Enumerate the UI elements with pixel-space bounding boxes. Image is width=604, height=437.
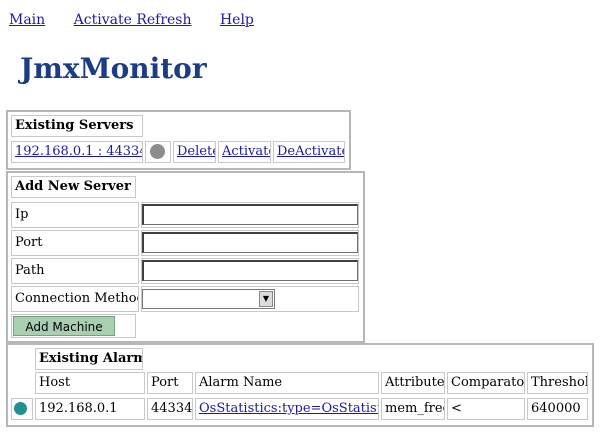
- nav-activate-refresh-link[interactable]: Activate Refresh: [74, 12, 192, 28]
- chevron-down-icon[interactable]: ▼: [259, 291, 273, 307]
- alarm-host: 192.168.0.1: [35, 398, 145, 420]
- server-link[interactable]: 192.168.0.1 : 44334: [15, 144, 142, 159]
- alarm-port: 44334: [147, 398, 193, 420]
- existing-alarms-header: Existing Alarms: [35, 348, 143, 370]
- alarm-status-icon: [14, 402, 27, 415]
- server-status-cell: [145, 141, 171, 163]
- add-server-header: Add New Server: [11, 176, 136, 198]
- col-header-host: Host: [35, 372, 145, 394]
- ip-label: Ip: [11, 202, 139, 228]
- connection-method-label: Connection Method: [11, 286, 139, 312]
- deactivate-link[interactable]: DeActivate: [277, 144, 344, 159]
- alarm-comparator: <: [447, 398, 525, 420]
- add-machine-button[interactable]: Add Machine: [13, 316, 115, 336]
- alarm-name-cell: OsStatistics:type=OsStatistics: [195, 398, 379, 420]
- col-header-port: Port: [147, 372, 193, 394]
- col-header-comparator: Comparator: [447, 372, 525, 394]
- add-server-form: Add New Server Ip Port Path Connection M…: [6, 171, 365, 343]
- nav-main-link[interactable]: Main: [9, 12, 45, 28]
- existing-servers-header: Existing Servers: [11, 115, 143, 137]
- alarm-name-link[interactable]: OsStatistics:type=OsStatistics: [199, 401, 378, 416]
- path-input[interactable]: [142, 260, 358, 281]
- ip-input[interactable]: [142, 204, 358, 225]
- port-input[interactable]: [142, 232, 358, 253]
- activate-link[interactable]: Activate: [222, 144, 270, 159]
- server-entry-cell: 192.168.0.1 : 44334: [11, 141, 143, 163]
- activate-cell: Activate: [218, 141, 271, 163]
- existing-servers-table: Existing Servers 192.168.0.1 : 44334 Del…: [6, 110, 351, 170]
- port-label: Port: [11, 230, 139, 256]
- page-title: JmxMonitor: [20, 52, 207, 85]
- alarm-attribute: mem_free: [381, 398, 445, 420]
- top-nav: Main Activate Refresh Help: [9, 12, 278, 28]
- connection-method-select[interactable]: ▼: [142, 289, 275, 309]
- nav-help-link[interactable]: Help: [220, 12, 254, 28]
- existing-alarms-table: Existing Alarms Host Port Alarm Name Att…: [6, 343, 594, 427]
- col-header-attribute: Attribute: [381, 372, 445, 394]
- col-header-alarm-name: Alarm Name: [195, 372, 379, 394]
- delete-cell: Delete: [173, 141, 216, 163]
- deactivate-cell: DeActivate: [273, 141, 345, 163]
- path-label: Path: [11, 258, 139, 284]
- server-status-icon: [150, 144, 165, 159]
- delete-link[interactable]: Delete: [177, 144, 215, 159]
- alarm-threshold: 640000: [527, 398, 588, 420]
- alarm-status-cell: [11, 398, 33, 420]
- col-header-threshold: Threshold: [527, 372, 588, 394]
